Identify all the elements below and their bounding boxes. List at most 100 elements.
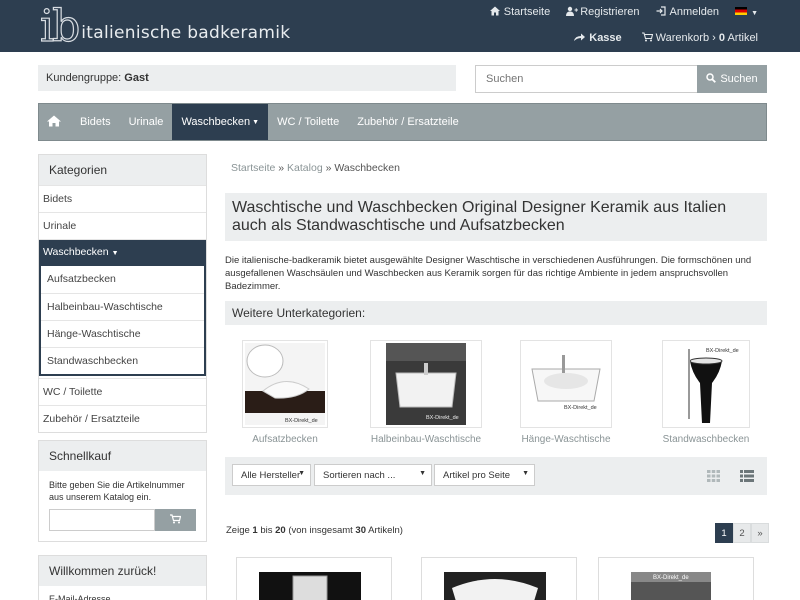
product-card[interactable]	[236, 557, 392, 600]
top-links: Startseite Registrieren Anmelden ▼	[489, 6, 758, 18]
nav-bidets[interactable]: Bidets	[71, 104, 120, 140]
page-1[interactable]: 1	[715, 523, 733, 543]
subcat-tile-aufsatzbecken[interactable]: BX-Direkt_de Aufsatzbecken	[242, 340, 328, 445]
main-nav: Bidets Urinale Waschbecken ▼ WC / Toilett…	[38, 103, 767, 141]
breadcrumb-sep: »	[278, 162, 285, 174]
sign-in-icon	[656, 6, 666, 16]
home-icon	[47, 115, 61, 130]
breadcrumb-home[interactable]: Startseite	[231, 162, 275, 174]
page-next[interactable]: »	[751, 523, 769, 543]
quickbuy-text: Bitte geben Sie die Artikelnummer aus un…	[49, 480, 185, 502]
caret-down-icon: ▼	[111, 250, 119, 257]
customer-group-value: Gast	[124, 72, 149, 84]
product-card[interactable]: BX-Direkt_de	[598, 557, 754, 600]
nav-urinale[interactable]: Urinale	[120, 104, 173, 140]
customer-group: Kundengruppe: Gast	[38, 65, 456, 91]
german-flag-icon	[735, 7, 748, 15]
cart-separator: ›	[712, 32, 716, 44]
share-icon	[574, 32, 586, 45]
subcat-tile-haenge[interactable]: BX-Direkt_de Hänge-Waschtische	[520, 340, 612, 445]
site-header: ib italienische badkeramik Startseite Re…	[0, 0, 800, 52]
subcat-label-standwaschbecken: Standwaschbecken	[662, 434, 750, 445]
quickbuy-input[interactable]	[49, 509, 155, 531]
cart-count: 0	[718, 32, 725, 44]
link-anmelden[interactable]: Anmelden	[656, 6, 720, 18]
link-warenkorb[interactable]: Warenkorb › 0 Artikel	[641, 32, 758, 45]
search-input[interactable]	[475, 65, 697, 93]
welcome-box: Willkommen zurück! E-Mail-Adresse	[38, 555, 207, 600]
caret-down-icon: ▼	[751, 10, 758, 17]
page-title: Waschtische und Waschbecken Original Des…	[225, 193, 767, 241]
caret-down-icon: ▼	[522, 470, 529, 477]
link-anmelden-label: Anmelden	[669, 6, 720, 18]
link-kasse[interactable]: Kasse	[574, 32, 622, 45]
nav-zubehoer[interactable]: Zubehör / Ersatzteile	[348, 104, 468, 140]
product-image	[259, 572, 361, 600]
listing-prefix: Zeige	[226, 525, 250, 536]
subcat-tile-standwaschbecken[interactable]: BX-Direkt_de Standwaschbecken	[662, 340, 750, 445]
listing-total-prefix: (von insgesamt	[288, 525, 353, 536]
cart-links: Kasse Warenkorb › 0 Artikel	[574, 32, 758, 45]
sort-select[interactable]: Sortieren nach ... ▼	[314, 464, 432, 486]
nav-waschbecken[interactable]: Waschbecken ▼	[172, 104, 269, 140]
subcategory-tiles: BX-Direkt_de Aufsatzbecken BX-Direkt_de …	[0, 340, 800, 446]
product-image: BX-Direkt_de	[631, 572, 711, 600]
manufacturer-select[interactable]: Alle Hersteller ▼	[232, 464, 311, 486]
listing-to: 20	[275, 525, 286, 536]
watermark: BX-Direkt_de	[564, 405, 597, 411]
pagination: 1 2 »	[715, 523, 769, 543]
category-urinale[interactable]: Urinale	[39, 212, 206, 239]
per-page-select[interactable]: Artikel pro Seite ▼	[434, 464, 535, 486]
listing-from: 1	[252, 525, 258, 536]
link-startseite-label: Startseite	[503, 6, 551, 18]
link-registrieren-label: Registrieren	[580, 6, 640, 18]
subcat-label-haenge: Hänge-Waschtische	[521, 434, 611, 445]
search-button-label: Suchen	[720, 73, 758, 85]
logo-mark: ib	[39, 1, 80, 52]
breadcrumb-catalog[interactable]: Katalog	[287, 162, 323, 174]
category-bidets[interactable]: Bidets	[39, 185, 206, 212]
subcat-tile-halbeinbau[interactable]: BX-Direkt_de Halbeinbau-Waschtische	[370, 340, 482, 445]
manufacturer-select-value: Alle Hersteller	[241, 470, 301, 481]
customer-group-label: Kundengruppe:	[46, 72, 122, 84]
subcategory-aufsatzbecken[interactable]: Aufsatzbecken	[41, 266, 204, 293]
cart-icon	[641, 32, 653, 45]
per-page-select-value: Artikel pro Seite	[443, 470, 511, 481]
grid-view-icon[interactable]	[707, 470, 720, 485]
nav-wc-toilette[interactable]: WC / Toilette	[268, 104, 348, 140]
subcategory-halbeinbau[interactable]: Halbeinbau-Waschtische	[41, 293, 204, 320]
welcome-title: Willkommen zurück!	[39, 556, 206, 586]
listing-total-suffix: Artikeln)	[368, 525, 403, 536]
categories-title: Kategorien	[39, 155, 206, 185]
search-icon	[706, 72, 717, 86]
link-registrieren[interactable]: Registrieren	[566, 6, 640, 18]
search-button[interactable]: Suchen	[697, 65, 767, 93]
watermark: BX-Direkt_de	[426, 415, 459, 421]
page-intro: Die italienische-badkeramik bietet ausge…	[225, 255, 752, 292]
cart-artikel-label: Artikel	[727, 32, 758, 44]
nav-waschbecken-label: Waschbecken	[181, 116, 251, 128]
listing-count: Zeige 1 bis 20 (von insgesamt 30 Artikel…	[226, 525, 403, 536]
subcat-label-halbeinbau: Halbeinbau-Waschtische	[370, 434, 482, 445]
subcat-image-haenge: BX-Direkt_de	[520, 340, 612, 428]
link-kasse-label: Kasse	[589, 32, 622, 44]
category-waschbecken-label: Waschbecken	[43, 246, 109, 258]
listing-toolbar: Alle Hersteller ▼ Sortieren nach ... ▼ Art…	[225, 457, 767, 495]
list-view-icon[interactable]	[740, 470, 754, 485]
language-selector[interactable]: ▼	[735, 6, 758, 18]
link-startseite[interactable]: Startseite	[489, 6, 551, 18]
subcat-image-standwaschbecken: BX-Direkt_de	[662, 340, 750, 428]
category-waschbecken[interactable]: Waschbecken ▼	[39, 239, 206, 266]
quickbuy-button[interactable]	[155, 509, 196, 531]
breadcrumb-current: Waschbecken	[334, 162, 400, 174]
caret-down-icon: ▼	[298, 470, 305, 477]
product-card[interactable]	[421, 557, 577, 600]
page-2[interactable]: 2	[733, 523, 751, 543]
watermark: BX-Direkt_de	[285, 418, 318, 424]
nav-home[interactable]	[39, 104, 71, 140]
logo[interactable]: ib italienische badkeramik	[39, 1, 290, 52]
caret-down-icon: ▼	[419, 470, 426, 477]
product-image	[444, 572, 546, 600]
breadcrumb-sep: »	[325, 162, 332, 174]
watermark: BX-Direkt_de	[706, 348, 739, 354]
